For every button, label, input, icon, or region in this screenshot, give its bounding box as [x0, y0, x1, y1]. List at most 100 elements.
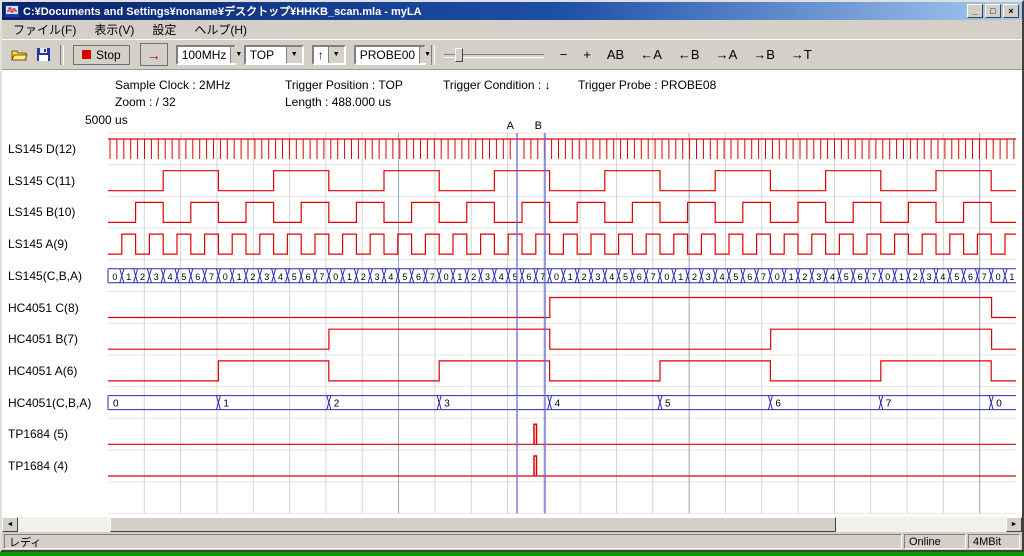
svg-text:2: 2	[361, 272, 366, 282]
status-memory-badge: 4MBit	[968, 534, 1020, 549]
svg-text:2: 2	[582, 272, 587, 282]
zoom-slider-thumb[interactable]	[455, 48, 463, 62]
trigger-probe-combo[interactable]: PROBE00 ▼	[354, 45, 426, 65]
svg-text:6: 6	[526, 272, 531, 282]
svg-text:2: 2	[802, 272, 807, 282]
scroll-thumb[interactable]	[110, 517, 836, 532]
ab-button[interactable]: AB	[601, 45, 630, 64]
svg-text:3: 3	[816, 272, 821, 282]
forward-marker-a-button[interactable]: →A	[710, 45, 744, 64]
svg-text:7: 7	[886, 399, 892, 410]
svg-text:6: 6	[747, 272, 752, 282]
svg-text:2: 2	[471, 272, 476, 282]
sample-clock-combo[interactable]: 100MHz ▼	[176, 45, 236, 65]
svg-text:2: 2	[913, 272, 918, 282]
svg-text:2: 2	[334, 399, 340, 410]
toolbar-separator	[60, 45, 64, 65]
zoom-out-button[interactable]: −	[554, 45, 574, 64]
svg-text:5: 5	[733, 272, 738, 282]
app-window: C:¥Documents and Settings¥noname¥デスクトップ¥…	[0, 0, 1024, 552]
trigger-position-combo[interactable]: TOP ▼	[244, 45, 304, 65]
forward-marker-b-button[interactable]: →B	[747, 45, 781, 64]
channel-label: HC4051 B(7)	[8, 332, 78, 346]
svg-text:2: 2	[692, 272, 697, 282]
scroll-right-icon: ►	[1011, 521, 1018, 528]
scroll-left-button[interactable]: ◄	[2, 517, 18, 532]
svg-text:1: 1	[899, 272, 904, 282]
menu-help[interactable]: ヘルプ(H)	[185, 20, 256, 39]
svg-text:3: 3	[927, 272, 932, 282]
stop-button[interactable]: Stop	[73, 45, 130, 65]
scroll-track[interactable]	[18, 517, 1006, 532]
svg-text:7: 7	[430, 272, 435, 282]
channel-label: LS145 B(10)	[8, 205, 75, 219]
scroll-right-button[interactable]: ►	[1006, 517, 1022, 532]
statusbar: レディ Online 4MBit	[2, 532, 1022, 550]
save-button[interactable]	[31, 44, 55, 66]
channel-label: HC4051 A(6)	[8, 364, 77, 378]
svg-text:7: 7	[319, 272, 324, 282]
svg-text:1: 1	[126, 272, 131, 282]
svg-text:4: 4	[720, 272, 725, 282]
svg-text:0: 0	[996, 272, 1001, 282]
svg-text:4: 4	[940, 272, 945, 282]
minimize-button[interactable]: _	[967, 4, 983, 18]
svg-text:4: 4	[278, 272, 283, 282]
maximize-button[interactable]: □	[985, 4, 1001, 18]
menu-file[interactable]: ファイル(F)	[4, 20, 85, 39]
trigger-position-label: Trigger Position : TOP	[285, 78, 403, 92]
svg-text:1: 1	[678, 272, 683, 282]
app-icon	[5, 4, 19, 18]
svg-text:6: 6	[416, 272, 421, 282]
svg-text:4: 4	[168, 272, 173, 282]
menu-settings[interactable]: 設定	[143, 20, 185, 39]
svg-text:0: 0	[664, 272, 669, 282]
svg-text:0: 0	[554, 272, 559, 282]
desktop: C:¥Documents and Settings¥noname¥デスクトップ¥…	[0, 0, 1024, 556]
svg-text:7: 7	[651, 272, 656, 282]
waveform-client-area: Sample Clock : 2MHz Trigger Position : T…	[2, 70, 1022, 532]
channel-label: TP1684 (4)	[8, 459, 68, 473]
svg-text:4: 4	[499, 272, 504, 282]
goto-marker-b-button[interactable]: ←B	[672, 45, 706, 64]
svg-text:5: 5	[623, 272, 628, 282]
svg-text:7: 7	[982, 272, 987, 282]
open-file-button[interactable]	[7, 44, 31, 66]
svg-text:5: 5	[665, 399, 671, 410]
svg-text:7: 7	[209, 272, 214, 282]
folder-open-icon	[11, 48, 28, 61]
svg-text:5: 5	[181, 272, 186, 282]
svg-text:2: 2	[250, 272, 255, 282]
svg-text:3: 3	[154, 272, 159, 282]
goto-trigger-button[interactable]: →T	[785, 45, 818, 64]
zoom-in-button[interactable]: +	[577, 45, 597, 64]
svg-text:7: 7	[871, 272, 876, 282]
horizontal-scrollbar[interactable]: ◄ ►	[2, 517, 1022, 532]
trigger-edge-combo[interactable]: ↑ ▼	[312, 45, 346, 65]
toolbar-separator	[431, 45, 435, 65]
channel-label: LS145 D(12)	[8, 142, 76, 156]
titlebar[interactable]: C:¥Documents and Settings¥noname¥デスクトップ¥…	[2, 2, 1022, 20]
svg-text:1: 1	[568, 272, 573, 282]
svg-text:6: 6	[306, 272, 311, 282]
svg-text:5: 5	[513, 272, 518, 282]
svg-text:0: 0	[113, 399, 119, 410]
svg-text:6: 6	[775, 399, 781, 410]
trigger-probe-label: Trigger Probe : PROBE08	[578, 78, 716, 92]
svg-text:5: 5	[292, 272, 297, 282]
zoom-slider[interactable]	[444, 45, 544, 65]
menu-view[interactable]: 表示(V)	[85, 20, 143, 39]
channel-label: LS145 A(9)	[8, 237, 68, 251]
svg-text:0: 0	[775, 272, 780, 282]
stop-icon	[82, 50, 91, 59]
svg-text:0: 0	[112, 272, 117, 282]
svg-text:B: B	[535, 120, 542, 132]
toolbar: Stop → 100MHz ▼ TOP ▼ ↑ ▼ PROBE00 ▼	[2, 39, 1022, 70]
goto-marker-a-button[interactable]: ←A	[634, 45, 668, 64]
svg-text:4: 4	[555, 399, 561, 410]
svg-text:3: 3	[706, 272, 711, 282]
svg-text:A: A	[507, 120, 515, 132]
run-button[interactable]: →	[140, 43, 168, 66]
close-button[interactable]: ×	[1003, 4, 1019, 18]
channel-label: TP1684 (5)	[8, 427, 68, 441]
